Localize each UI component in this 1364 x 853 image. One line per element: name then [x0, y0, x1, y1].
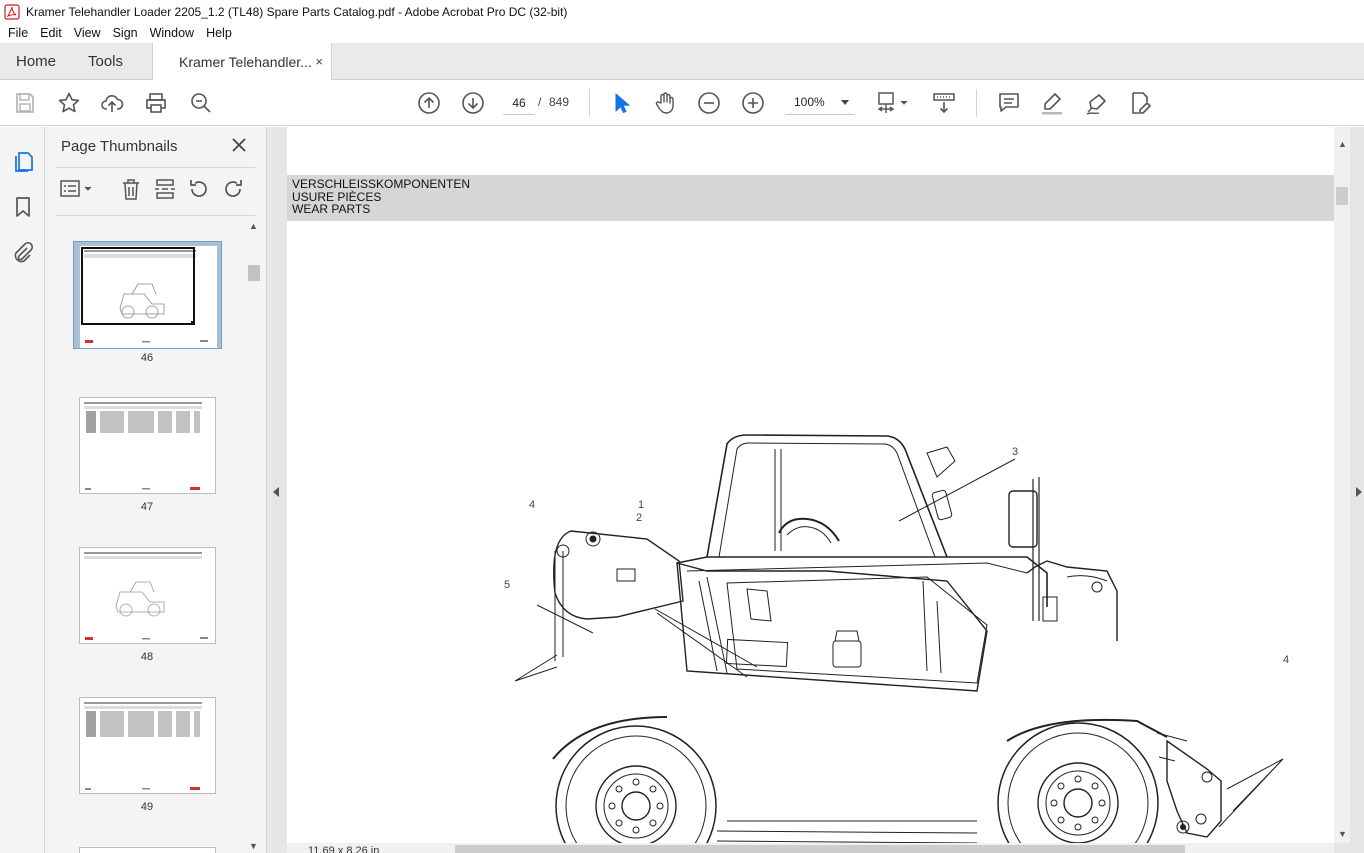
- callout-4: 4: [1283, 654, 1290, 666]
- print-icon[interactable]: [144, 91, 168, 115]
- previous-page-icon[interactable]: [417, 91, 441, 115]
- document-horizontal-scrollbar[interactable]: [287, 843, 1334, 853]
- menu-window[interactable]: Window: [144, 26, 200, 40]
- thumbnail-label: 49: [140, 801, 154, 813]
- page-thumbnails-panel: Page Thumbnails 46 47 48 49 ▲ ▼: [45, 127, 267, 853]
- extract-pages-icon[interactable]: [153, 177, 177, 201]
- page-separator: /: [538, 95, 542, 109]
- select-cursor-icon[interactable]: [609, 91, 633, 115]
- bookmarks-icon[interactable]: [11, 195, 35, 219]
- toolbar-divider: [976, 89, 977, 117]
- scroll-up-icon[interactable]: ▲: [249, 221, 258, 231]
- menu-bar: File Edit View Sign Window Help: [0, 23, 1364, 43]
- expand-right-pane-icon[interactable]: [1356, 487, 1362, 497]
- thumbnail-page-50[interactable]: [79, 847, 216, 853]
- next-page-icon[interactable]: [461, 91, 485, 115]
- hand-tool-icon[interactable]: [653, 91, 677, 115]
- menu-sign[interactable]: Sign: [107, 26, 144, 40]
- page-thumbnails-icon[interactable]: [11, 149, 35, 173]
- highlight-pen-icon[interactable]: [1040, 91, 1064, 115]
- zoom-level-dropdown[interactable]: 100%: [785, 91, 855, 115]
- sign-pen-icon[interactable]: [1085, 91, 1109, 115]
- close-tab-icon[interactable]: ×: [315, 54, 323, 69]
- save-icon[interactable]: [13, 91, 37, 115]
- collapse-left-pane-icon[interactable]: [273, 487, 279, 497]
- comment-icon[interactable]: [997, 91, 1021, 115]
- chevron-down-icon: [841, 100, 849, 105]
- edit-pdf-icon[interactable]: [1128, 91, 1152, 115]
- pdf-page: VERSCHLEISSKOMPONENTEN USURE PIÈCES WEAR…: [287, 127, 1334, 843]
- left-navigation-rail: [0, 127, 45, 853]
- menu-file[interactable]: File: [0, 26, 34, 40]
- vertical-scroll-handle[interactable]: [1336, 187, 1348, 205]
- zoom-in-icon[interactable]: [741, 91, 765, 115]
- find-zoom-icon[interactable]: [189, 91, 213, 115]
- thumbnail-options-icon[interactable]: [59, 177, 95, 201]
- page-fit-icon[interactable]: [875, 91, 911, 115]
- thumbnail-label: 46: [140, 352, 154, 364]
- bookmark-star-icon[interactable]: [57, 91, 81, 115]
- callout-5: 5: [504, 579, 511, 591]
- tab-home[interactable]: Home: [16, 43, 56, 80]
- rotate-clockwise-icon[interactable]: [221, 177, 245, 201]
- thumbnail-scrollbar[interactable]: ▲ ▼: [246, 221, 262, 853]
- scroll-up-icon[interactable]: ▲: [1338, 139, 1347, 149]
- header-line-english: WEAR PARTS: [292, 202, 371, 216]
- thumbnail-page-47[interactable]: [79, 397, 216, 494]
- panel-divider: [55, 215, 255, 216]
- callout-3: 3: [1012, 446, 1019, 458]
- thumbnail-preview: [84, 702, 202, 790]
- thumbnail-page-48[interactable]: [79, 547, 216, 644]
- zoom-level-value: 100%: [794, 95, 825, 109]
- toolbar-divider: [589, 89, 590, 117]
- title-bar: Kramer Telehandler Loader 2205_1.2 (TL48…: [0, 0, 1364, 23]
- thumbnail-label: 48: [140, 651, 154, 663]
- zoom-out-icon[interactable]: [697, 91, 721, 115]
- acrobat-app-icon: [4, 3, 20, 20]
- thumbnail-scroll-handle[interactable]: [248, 265, 260, 281]
- window-title: Kramer Telehandler Loader 2205_1.2 (TL48…: [26, 4, 568, 19]
- telehandler-drawing: [514, 434, 1284, 843]
- thumbnail-preview: [84, 402, 202, 490]
- thumbnail-preview: [80, 246, 217, 348]
- callout-4: 4: [529, 499, 536, 511]
- menu-help[interactable]: Help: [200, 26, 238, 40]
- delete-page-icon[interactable]: [119, 177, 143, 201]
- callout-2: 2: [636, 512, 643, 524]
- total-pages: 849: [549, 95, 570, 109]
- callout-1: 1: [638, 499, 645, 511]
- tab-bar: Home Tools Kramer Telehandler... ×: [0, 43, 1364, 81]
- scroll-down-icon[interactable]: ▼: [249, 841, 258, 851]
- scroll-mode-icon[interactable]: [932, 91, 956, 115]
- rotate-counterclockwise-icon[interactable]: [187, 177, 211, 201]
- panel-divider: [55, 167, 255, 168]
- tab-document[interactable]: Kramer Telehandler... ×: [152, 43, 332, 81]
- thumbnail-page-46[interactable]: [79, 245, 217, 348]
- attachments-icon[interactable]: [11, 241, 35, 265]
- panel-title: Page Thumbnails: [61, 138, 178, 155]
- header-line-french: USURE PIÈCES: [292, 189, 382, 204]
- page-size-readout: 11,69 x 8,26 in: [308, 845, 380, 853]
- horizontal-scroll-handle[interactable]: [455, 845, 1185, 853]
- menu-edit[interactable]: Edit: [34, 26, 68, 40]
- page-number-input[interactable]: [503, 91, 535, 115]
- tab-tools[interactable]: Tools: [88, 43, 123, 80]
- close-panel-icon[interactable]: [231, 137, 247, 153]
- thumbnail-preview: [84, 552, 208, 640]
- menu-view[interactable]: View: [68, 26, 107, 40]
- thumbnail-page-49[interactable]: [79, 697, 216, 794]
- document-vertical-scrollbar[interactable]: ▲ ▼: [1334, 127, 1350, 843]
- thumbnail-label: 47: [140, 501, 154, 513]
- header-line-german: VERSCHLEISSKOMPONENTEN: [292, 177, 471, 191]
- upload-cloud-icon[interactable]: [100, 91, 124, 115]
- page-header-band: VERSCHLEISSKOMPONENTEN USURE PIÈCES WEAR…: [287, 175, 1334, 221]
- scroll-down-icon[interactable]: ▼: [1338, 829, 1347, 839]
- tab-document-label: Kramer Telehandler...: [179, 54, 312, 70]
- acrobat-window: Kramer Telehandler Loader 2205_1.2 (TL48…: [0, 0, 1364, 853]
